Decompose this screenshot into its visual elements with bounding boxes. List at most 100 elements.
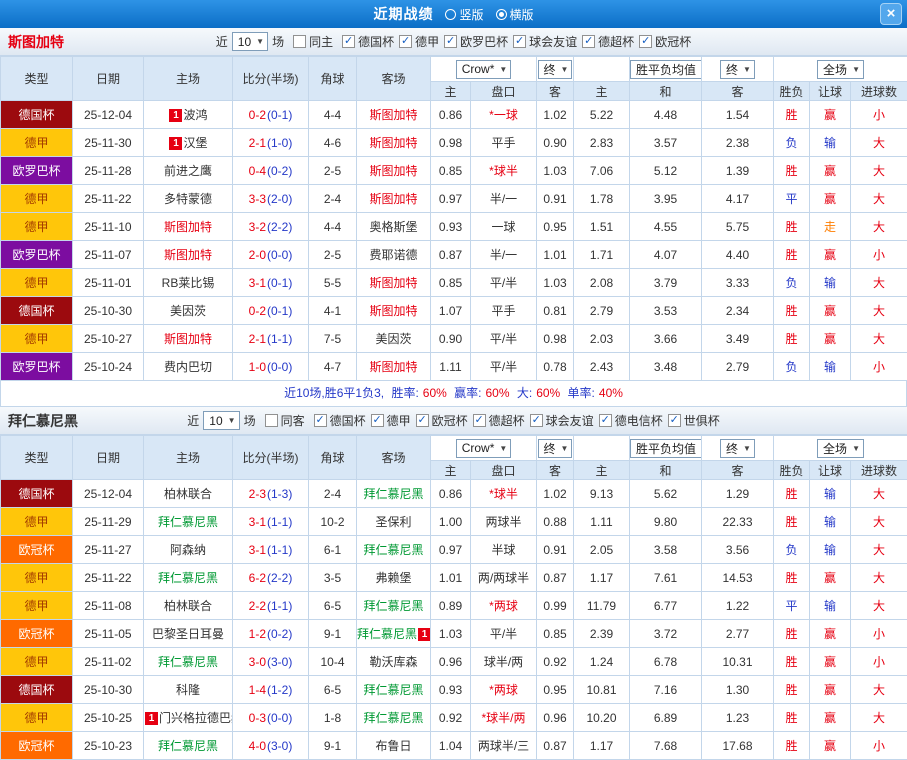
team-name-link[interactable]: 美因茨 — [375, 332, 411, 346]
avg-away-odds: 22.33 — [702, 508, 774, 536]
score-cell: 3-1(0-1) — [233, 269, 309, 297]
team-name-link[interactable]: 拜仁慕尼黑 — [363, 487, 423, 501]
league-checkbox[interactable]: ✓德超杯 — [582, 33, 634, 50]
team-name-link[interactable]: 拜仁慕尼黑 — [357, 627, 417, 641]
team-name-link[interactable]: 斯图加特 — [164, 248, 212, 262]
team-name-link[interactable]: 斯图加特 — [369, 108, 417, 122]
league-checkbox[interactable]: ✓德甲 — [371, 412, 411, 429]
team-name-link[interactable]: 多特蒙德 — [164, 192, 212, 206]
record-summary: 近10场,胜6平1负3, 胜率:60% 赢率:60% 大:60% 单率:40% — [0, 381, 907, 407]
result-goals: 大 — [851, 704, 907, 732]
team-name-link[interactable]: 巴黎圣日耳曼 — [152, 627, 224, 641]
team-name-link[interactable]: 拜仁慕尼黑 — [158, 739, 218, 753]
match-count-select[interactable]: 10▼ — [232, 32, 268, 51]
team-name-link[interactable]: 弗赖堡 — [375, 571, 411, 585]
team-section: 拜仁慕尼黑 近 10▼ 场 同客 ✓德国杯✓德甲✓欧冠杯✓德超杯✓球会友谊✓德电… — [0, 407, 907, 760]
avg-home-odds: 1.17 — [574, 564, 630, 592]
team-name-link[interactable]: 阿森纳 — [170, 543, 206, 557]
team-name-link[interactable]: 斯图加特 — [369, 192, 417, 206]
team-name-link[interactable]: 斯图加特 — [164, 332, 212, 346]
match-date: 25-11-02 — [73, 648, 144, 676]
team-name-link[interactable]: 斯图加特 — [369, 360, 417, 374]
checkbox-icon: ✓ — [314, 414, 327, 427]
team-name-link[interactable]: 勒沃库森 — [369, 655, 417, 669]
layout-radio-horizontal[interactable]: 横版 — [496, 6, 534, 23]
away-team-cell: 拜仁慕尼黑 — [357, 480, 431, 508]
team-name-link[interactable]: 拜仁慕尼黑 — [363, 599, 423, 613]
team-name-link[interactable]: 门兴格拉德巴赫 — [159, 711, 233, 725]
team-name-link[interactable]: 圣保利 — [375, 515, 411, 529]
league-checkbox[interactable]: ✓欧冠杯 — [639, 33, 691, 50]
team-name-link[interactable]: 布鲁日 — [375, 739, 411, 753]
away-team-cell: 斯图加特 — [357, 157, 431, 185]
avg-final-select[interactable]: 终▼ — [720, 439, 755, 458]
match-count-select[interactable]: 10▼ — [203, 411, 239, 430]
summary-text: 大: — [514, 386, 533, 400]
team-name-link[interactable]: 奥格斯堡 — [369, 220, 417, 234]
team-name-link[interactable]: 柏林联合 — [164, 487, 212, 501]
team-name-link[interactable]: 斯图加特 — [369, 164, 417, 178]
team-name-link[interactable]: 斯图加特 — [369, 136, 417, 150]
team-name-link[interactable]: 拜仁慕尼黑 — [158, 515, 218, 529]
close-button[interactable]: × — [880, 3, 902, 25]
team-name-link[interactable]: 拜仁慕尼黑 — [158, 571, 218, 585]
league-checkbox[interactable]: ✓欧冠杯 — [416, 412, 468, 429]
avg-odds-select[interactable]: 胜平负均值▼ — [630, 60, 702, 79]
team-name-link[interactable]: 拜仁慕尼黑 — [363, 543, 423, 557]
result-outcome: 负 — [774, 353, 810, 381]
col-header-avg-away: 客 — [702, 461, 774, 480]
league-checkbox-label: 德国杯 — [358, 33, 394, 50]
team-name-link[interactable]: 拜仁慕尼黑 — [363, 711, 423, 725]
home-team-cell: 费内巴切 — [144, 353, 233, 381]
handicap-line: 两球半 — [471, 508, 537, 536]
league-checkbox[interactable]: ✓德甲 — [399, 33, 439, 50]
avg-final-select[interactable]: 终▼ — [720, 60, 755, 79]
league-checkbox[interactable]: ✓德电信杯 — [599, 412, 663, 429]
layout-radio-group: 竖版横版 — [445, 6, 533, 23]
league-checkbox[interactable]: ✓德国杯 — [342, 33, 394, 50]
result-outcome: 胜 — [774, 157, 810, 185]
team-name-link[interactable]: 斯图加特 — [369, 276, 417, 290]
handicap-line: 两/两球半 — [471, 564, 537, 592]
league-checkbox[interactable]: ✓世俱杯 — [668, 412, 720, 429]
team-name-link[interactable]: 柏林联合 — [164, 599, 212, 613]
layout-radio-vertical[interactable]: 竖版 — [445, 6, 483, 23]
scope-select[interactable]: 全场▼ — [817, 439, 864, 458]
team-name-link[interactable]: 前进之鹰 — [164, 164, 212, 178]
result-handicap: 输 — [810, 129, 851, 157]
avg-away-odds: 2.77 — [702, 620, 774, 648]
team-name-link[interactable]: 汉堡 — [183, 136, 207, 150]
result-outcome: 胜 — [774, 620, 810, 648]
handicap-final-select[interactable]: 终▼ — [538, 60, 573, 79]
dropdown-arrow-icon: ▼ — [499, 65, 507, 74]
dropdown-arrow-icon: ▼ — [852, 65, 860, 74]
avg-odds-select[interactable]: 胜平负均值▼ — [630, 439, 702, 458]
score-halftime: (0-0) — [267, 360, 292, 374]
league-checkbox[interactable]: ✓球会友谊 — [530, 412, 594, 429]
team-name-link[interactable]: 斯图加特 — [164, 220, 212, 234]
team-name-link[interactable]: 波鸿 — [183, 108, 207, 122]
league-checkbox[interactable]: ✓欧罗巴杯 — [444, 33, 508, 50]
avg-away-odds: 1.29 — [702, 480, 774, 508]
team-name-link[interactable]: RB莱比锡 — [162, 276, 215, 290]
team-name-link[interactable]: 科隆 — [176, 683, 200, 697]
same-venue-checkbox[interactable]: 同主 — [293, 33, 333, 50]
team-name-link[interactable]: 拜仁慕尼黑 — [158, 655, 218, 669]
same-venue-checkbox[interactable]: 同客 — [265, 412, 305, 429]
team-name-link[interactable]: 费耶诺德 — [369, 248, 417, 262]
avg-draw-odds: 9.80 — [630, 508, 702, 536]
league-checkbox[interactable]: ✓德国杯 — [314, 412, 366, 429]
team-name-link[interactable]: 费内巴切 — [164, 360, 212, 374]
scope-select[interactable]: 全场▼ — [817, 60, 864, 79]
league-checkbox[interactable]: ✓德超杯 — [473, 412, 525, 429]
team-name-link[interactable]: 美因茨 — [170, 304, 206, 318]
handicap-final-select[interactable]: 终▼ — [538, 439, 573, 458]
team-name-link[interactable]: 拜仁慕尼黑 — [363, 683, 423, 697]
league-checkbox[interactable]: ✓球会友谊 — [513, 33, 577, 50]
bookmaker-select[interactable]: Crow*▼ — [456, 439, 512, 458]
team-name-link[interactable]: 斯图加特 — [369, 304, 417, 318]
result-outcome: 胜 — [774, 564, 810, 592]
league-checkbox-label: 世俱杯 — [684, 412, 720, 429]
bookmaker-select[interactable]: Crow*▼ — [456, 60, 512, 79]
handicap-home-odds: 1.01 — [431, 564, 471, 592]
